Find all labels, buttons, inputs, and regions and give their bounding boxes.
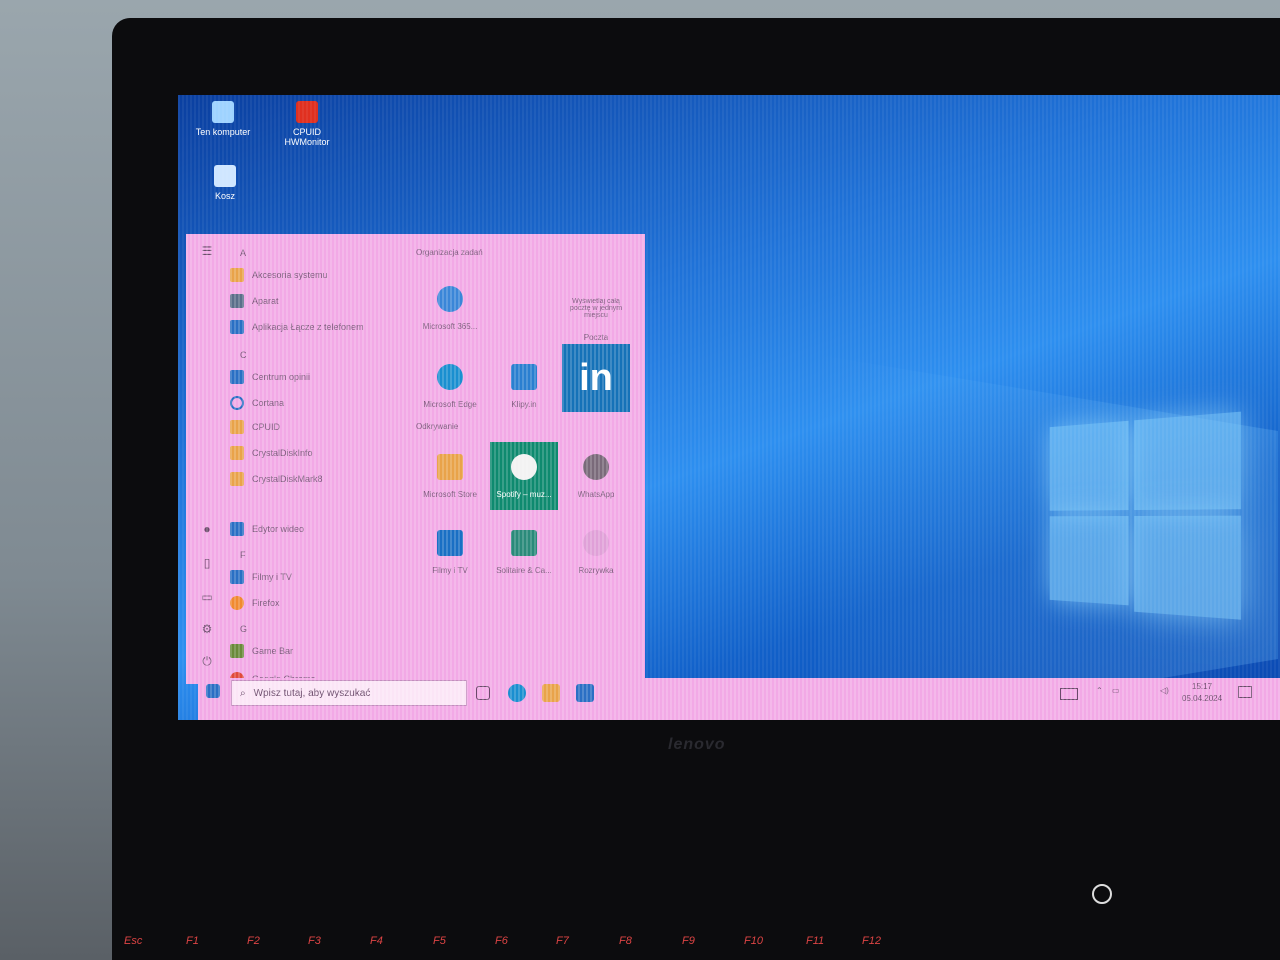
tray-chevron-up-icon[interactable]: ⌃ xyxy=(1096,686,1103,695)
letter-header-c[interactable]: C xyxy=(240,350,247,360)
search-input[interactable]: ⌕ Wpisz tutaj, aby wyszukać xyxy=(231,680,467,706)
key-f2[interactable]: F2 xyxy=(247,935,260,947)
whatsapp-icon xyxy=(583,453,609,480)
key-f4[interactable]: F4 xyxy=(370,935,383,947)
folder-icon xyxy=(230,420,244,434)
tiles-group-header-discover: Odkrywanie xyxy=(416,422,459,431)
windows-logo-wallpaper xyxy=(1049,411,1242,629)
camera-icon xyxy=(230,294,244,308)
computer-icon xyxy=(212,101,234,123)
recycle-bin-icon xyxy=(214,165,236,187)
list-item[interactable]: Aplikacja Łącze z telefonem xyxy=(230,316,364,338)
tile-edge[interactable]: Microsoft Edge xyxy=(416,352,484,420)
m365-icon xyxy=(437,285,463,312)
letter-header-a[interactable]: A xyxy=(240,248,246,258)
document-icon[interactable]: ▯ xyxy=(200,556,214,570)
list-item[interactable]: CrystalDiskInfo xyxy=(230,442,313,464)
films-tv-icon xyxy=(437,529,463,556)
clock-time[interactable]: 15:17 xyxy=(1192,682,1212,691)
letter-header-g[interactable]: G xyxy=(240,624,247,634)
feedback-icon xyxy=(230,370,244,384)
list-item[interactable]: Centrum opinii xyxy=(230,366,310,388)
list-item[interactable]: Edytor wideo xyxy=(230,518,304,540)
tile-solitaire[interactable]: Solitaire & Ca... xyxy=(490,518,558,586)
key-f5[interactable]: F5 xyxy=(433,935,446,947)
cortana-icon xyxy=(230,396,244,410)
search-icon: ⌕ xyxy=(240,687,246,699)
power-button-icon[interactable] xyxy=(1092,884,1112,904)
tile-poczta[interactable]: Poczta xyxy=(562,306,630,342)
tile-photos[interactable]: Klipy.in xyxy=(490,352,558,420)
tile-store[interactable]: Microsoft Store xyxy=(416,442,484,510)
user-icon[interactable]: ● xyxy=(200,522,214,536)
start-menu: ☰ ● ▯ ▭ ⚙ ⏻ A Akcesoria systemu Aparat A… xyxy=(186,234,645,684)
game-bar-icon xyxy=(230,644,244,658)
tile-m365[interactable]: Microsoft 365... xyxy=(416,274,484,342)
tray-volume-icon[interactable]: ◁) xyxy=(1160,686,1169,695)
start-button-windows-icon[interactable] xyxy=(206,684,220,698)
key-f7[interactable]: F7 xyxy=(556,935,569,947)
store-icon xyxy=(437,453,463,480)
keyboard-function-row: Esc F1 F2 F3 F4 F5 F6 F7 F8 F9 F10 F11 F… xyxy=(0,935,1280,960)
video-editor-icon xyxy=(230,522,244,536)
spotify-icon xyxy=(511,453,537,480)
folder-icon xyxy=(230,472,244,486)
key-f12[interactable]: F12 xyxy=(862,935,881,947)
list-item[interactable]: Game Bar xyxy=(230,640,293,662)
key-esc[interactable]: Esc xyxy=(124,935,142,947)
desktop-icon-hwmonitor[interactable]: CPUID HWMonitor xyxy=(272,101,342,147)
mail-taskbar-icon[interactable] xyxy=(576,684,594,702)
key-f3[interactable]: F3 xyxy=(308,935,321,947)
films-tv-icon xyxy=(230,570,244,584)
list-item[interactable]: CPUID xyxy=(230,416,280,438)
tile-whatsapp[interactable]: WhatsApp xyxy=(562,442,630,510)
key-f11[interactable]: F11 xyxy=(806,935,824,947)
desktop-icon-this-pc[interactable]: Ten komputer xyxy=(188,101,258,137)
list-item[interactable]: CrystalDiskMark8 xyxy=(230,468,323,490)
list-item[interactable]: Filmy i TV xyxy=(230,566,292,588)
phone-link-icon xyxy=(230,320,244,334)
key-f10[interactable]: F10 xyxy=(744,935,763,947)
edge-taskbar-icon[interactable] xyxy=(508,684,526,702)
key-f9[interactable]: F9 xyxy=(682,935,695,947)
tray-network-icon[interactable]: ▭ xyxy=(1112,686,1120,695)
tile-entertainment[interactable]: Rozrywka xyxy=(562,518,630,586)
hwmonitor-icon xyxy=(296,101,318,123)
linkedin-icon: in xyxy=(579,356,613,399)
task-view-icon[interactable] xyxy=(476,686,490,700)
list-item[interactable]: Aparat xyxy=(230,290,279,312)
tile-spotify[interactable]: Spotify – muz... xyxy=(490,442,558,510)
clock-date[interactable]: 05.04.2024 xyxy=(1182,694,1222,703)
power-icon[interactable]: ⏻ xyxy=(200,654,214,668)
list-item[interactable]: Cortana xyxy=(230,392,284,414)
file-explorer-icon[interactable] xyxy=(542,684,560,702)
folder-icon xyxy=(230,268,244,282)
tile-linkedin[interactable]: in xyxy=(562,344,630,412)
laptop-brand-logo: lenovo xyxy=(668,736,726,753)
settings-icon[interactable]: ⚙ xyxy=(200,622,214,636)
photos-icon xyxy=(511,363,537,390)
letter-header-f[interactable]: F xyxy=(240,550,246,560)
firefox-icon xyxy=(230,596,244,610)
key-f8[interactable]: F8 xyxy=(619,935,632,947)
tray-battery-icon[interactable] xyxy=(1060,688,1078,700)
key-f1[interactable]: F1 xyxy=(186,935,199,947)
desktop-icon-recycle-bin[interactable]: Kosz xyxy=(190,165,260,201)
pictures-icon[interactable]: ▭ xyxy=(200,590,214,604)
solitaire-icon xyxy=(511,529,537,556)
tile-films-tv[interactable]: Filmy i TV xyxy=(416,518,484,586)
start-rail: ☰ ● ▯ ▭ ⚙ ⏻ xyxy=(186,234,226,684)
taskbar: ⌕ Wpisz tutaj, aby wyszukać ⌃ ▭ ◁) 15:17… xyxy=(198,678,1280,720)
entertainment-icon xyxy=(583,529,609,556)
key-f6[interactable]: F6 xyxy=(495,935,508,947)
tiles-group-header: Organizacja zadań xyxy=(416,248,483,257)
folder-icon xyxy=(230,446,244,460)
notifications-icon[interactable] xyxy=(1238,686,1252,698)
edge-icon xyxy=(437,363,463,390)
list-item[interactable]: Firefox xyxy=(230,592,280,614)
list-item[interactable]: Akcesoria systemu xyxy=(230,264,328,286)
menu-icon[interactable]: ☰ xyxy=(200,244,214,258)
